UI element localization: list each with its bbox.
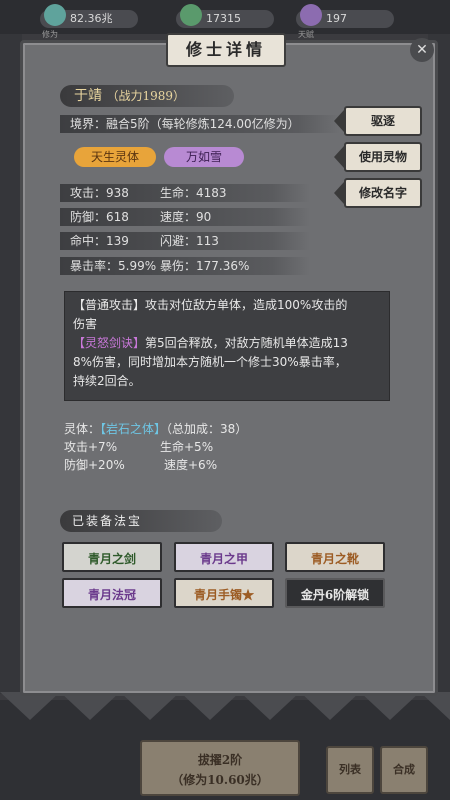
skill-text: 8%伤害，同时增加本方随机一个修士30%暴击率， [73, 355, 347, 369]
list-button[interactable]: 列表 [326, 746, 374, 794]
tag-innate-physique: 天生灵体 [74, 147, 156, 167]
skill-text: 持续2回合。 [73, 374, 141, 388]
cultivator-name-bar: 于靖 （战力1989） [60, 85, 234, 107]
stat-row: 攻击：938 生命：4183 [60, 184, 310, 202]
tag-label: 万如雪 [185, 150, 222, 164]
bottom-decoration [0, 692, 450, 720]
special-skill-tag: 【灵怒剑诀】 [73, 336, 146, 350]
stat-label: 暴击率： [70, 259, 119, 273]
physique-bonus: 攻击+7% [64, 440, 118, 454]
equip-slot-boots[interactable]: 青月之靴 [285, 542, 385, 572]
tag-label: 天生灵体 [90, 150, 139, 164]
stat-label: 暴伤： [160, 259, 197, 273]
stat-label: 命中： [70, 234, 107, 248]
stat-label: 闪避： [160, 234, 197, 248]
crystal-icon [180, 4, 202, 26]
stat-value: 4183 [196, 186, 227, 200]
resource-cultivation: 82.36兆 修为 [40, 4, 138, 39]
skill-description: 【普通攻击】攻击对位敌方单体，造成100%攻击的 伤害 【灵怒剑诀】第5回合释放… [64, 291, 390, 401]
equip-slot-sword[interactable]: 青月之剑 [62, 542, 162, 572]
cultivator-name: 于靖 [74, 88, 102, 104]
stat-value: 177.36% [196, 259, 250, 273]
skill-text: 伤害 [73, 317, 98, 331]
stat-label: 速度： [160, 210, 197, 224]
stat-label: 防御： [70, 210, 107, 224]
stat-value: 5.99% [118, 259, 157, 273]
stat-row: 暴击率：5.99% 暴伤：177.36% [60, 257, 310, 275]
equip-slot-bracelet[interactable]: 青月手镯★ [174, 578, 274, 608]
physique-label: 灵体： [64, 422, 101, 436]
merge-button[interactable]: 合成 [380, 746, 428, 794]
equipment-section-title: 已装备法宝 [60, 510, 222, 532]
button-label: 使用灵物 [358, 150, 407, 164]
stat-row: 命中：139 闪避：113 [60, 232, 310, 250]
promote-button[interactable]: 拔擢2阶 （修为10.60兆） [140, 740, 300, 796]
rename-button[interactable]: 修改名字 [334, 178, 422, 208]
stat-label: 攻击： [70, 186, 107, 200]
physique-bonus: 生命+5% [160, 440, 214, 454]
realm-text: 境界：融合5阶（每轮修炼124.00亿修为） [70, 117, 300, 131]
button-label: 修改名字 [358, 186, 407, 200]
stat-value: 139 [106, 234, 129, 248]
resource-value: 82.36兆 [70, 12, 113, 25]
normal-attack-tag: 【普通攻击】 [73, 298, 146, 312]
promote-cost: （修为10.60兆） [171, 773, 269, 787]
physique-total: （总加成：38） [166, 422, 248, 436]
cultivation-icon [44, 4, 66, 26]
physique-bonus: 防御+20% [64, 458, 125, 472]
stat-row: 防御：618 速度：90 [60, 208, 310, 226]
use-item-button[interactable]: 使用灵物 [334, 142, 422, 172]
equip-slot-crown[interactable]: 青月法冠 [62, 578, 162, 608]
physique-bonus: 速度+6% [164, 458, 218, 472]
close-icon[interactable]: ✕ [410, 38, 434, 62]
skill-text: 攻击对位敌方单体，造成100%攻击的 [145, 298, 348, 312]
skill-text: 第5回合释放，对敌方随机单体造成13 [145, 336, 348, 350]
expel-button[interactable]: 驱逐 [334, 106, 422, 136]
stat-value: 618 [106, 210, 129, 224]
promote-label: 拔擢2阶 [197, 753, 243, 767]
background-left [0, 34, 22, 694]
resource-value: 17315 [206, 12, 241, 25]
equip-slot-locked[interactable]: 金丹6阶解锁 [285, 578, 385, 608]
stat-value: 938 [106, 186, 129, 200]
stat-label: 生命： [160, 186, 197, 200]
talent-icon [300, 4, 322, 26]
equip-slot-armor[interactable]: 青月之甲 [174, 542, 274, 572]
top-resource-bar: 82.36兆 修为 17315 197 天赋 [0, 0, 450, 39]
resource-value: 197 [326, 12, 347, 25]
physique-name: 【岩石之体】 [100, 422, 167, 436]
stat-value: 90 [196, 210, 212, 224]
resource-stones: 17315 [176, 4, 274, 28]
tag-partner: 万如雪 [164, 147, 244, 167]
resource-talent: 197 天赋 [296, 4, 394, 39]
power-label: （战力 [106, 89, 143, 103]
button-label: 驱逐 [370, 114, 395, 128]
stat-value: 113 [196, 234, 219, 248]
realm-row: 境界：融合5阶（每轮修炼124.00亿修为） [60, 115, 340, 133]
dialog-title: 修士详情 [166, 33, 286, 67]
power-value: 1989） [142, 89, 186, 103]
physique-section: 灵体：【岩石之体】（总加成：38） 攻击+7% 生命+5% 防御+20% 速度+6% [64, 420, 390, 494]
